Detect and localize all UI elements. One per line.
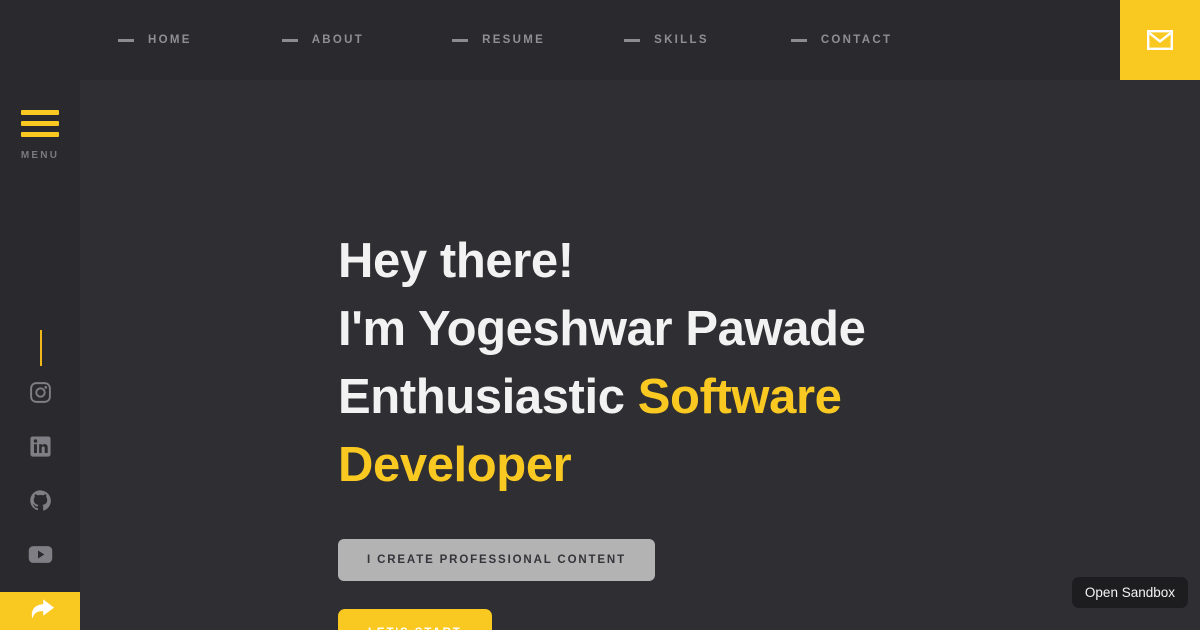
hero-section: Hey there! I'm Yogeshwar Pawade Enthusia… xyxy=(338,227,1118,630)
nav-item-skills[interactable]: SKILLS xyxy=(624,0,709,80)
dash-icon xyxy=(790,38,807,42)
hamburger-icon xyxy=(21,110,59,137)
social-link-github[interactable] xyxy=(18,473,62,527)
nav-item-label: CONTACT xyxy=(820,34,893,46)
envelope-icon xyxy=(1147,30,1173,50)
hero-line-3-accent: Software xyxy=(637,370,842,424)
top-navigation-bar: HOME ABOUT RESUME SKILLS CONTACT xyxy=(0,0,1200,80)
hero-primary-button-row: LET'S START xyxy=(338,581,1118,630)
social-links-list xyxy=(0,365,80,581)
nav-item-about[interactable]: ABOUT xyxy=(281,0,365,80)
linkedin-icon xyxy=(29,435,52,458)
hero-line-3-plain: Enthusiastic xyxy=(338,370,638,424)
open-sandbox-button[interactable]: Open Sandbox xyxy=(1071,577,1188,608)
hero-heading: Hey there! I'm Yogeshwar Pawade Enthusia… xyxy=(338,227,1118,499)
left-sidebar: MENU xyxy=(0,0,80,630)
share-arrow-icon xyxy=(25,596,55,627)
hero-line-1: Hey there! xyxy=(338,234,574,288)
nav-item-label: ABOUT xyxy=(311,34,365,46)
dash-icon xyxy=(452,38,469,42)
nav-item-label: HOME xyxy=(148,34,192,46)
nav-item-resume[interactable]: RESUME xyxy=(452,0,545,80)
hero-line-4-accent: Developer xyxy=(338,438,572,492)
dash-icon xyxy=(624,38,641,42)
instagram-icon xyxy=(29,381,52,404)
hero-secondary-button-row: I CREATE PROFESSIONAL CONTENT xyxy=(338,499,1118,581)
social-link-linkedin[interactable] xyxy=(18,419,62,473)
social-link-instagram[interactable] xyxy=(18,365,62,419)
lets-start-button[interactable]: LET'S START xyxy=(338,609,492,630)
dash-icon xyxy=(281,38,298,42)
mail-contact-button[interactable] xyxy=(1120,0,1200,80)
page-root: HOME ABOUT RESUME SKILLS CONTACT Hey the… xyxy=(0,0,1200,630)
vertical-line-icon xyxy=(40,330,42,366)
github-icon xyxy=(29,489,52,512)
youtube-icon xyxy=(28,545,53,564)
nav-item-home[interactable]: HOME xyxy=(118,0,192,80)
hero-line-2: I'm Yogeshwar Pawade xyxy=(338,302,866,356)
menu-toggle-button[interactable]: MENU xyxy=(0,110,80,161)
dash-icon xyxy=(118,38,134,42)
nav-item-contact[interactable]: CONTACT xyxy=(790,0,893,80)
menu-toggle-label: MENU xyxy=(20,150,60,161)
nav-item-label: RESUME xyxy=(482,34,546,46)
main-content-area: Hey there! I'm Yogeshwar Pawade Enthusia… xyxy=(80,80,1200,630)
top-nav-list: HOME ABOUT RESUME SKILLS CONTACT xyxy=(0,0,892,80)
social-link-youtube[interactable] xyxy=(18,527,62,581)
create-professional-content-button[interactable]: I CREATE PROFESSIONAL CONTENT xyxy=(338,539,655,581)
share-button[interactable] xyxy=(0,592,80,630)
nav-item-label: SKILLS xyxy=(654,34,709,46)
